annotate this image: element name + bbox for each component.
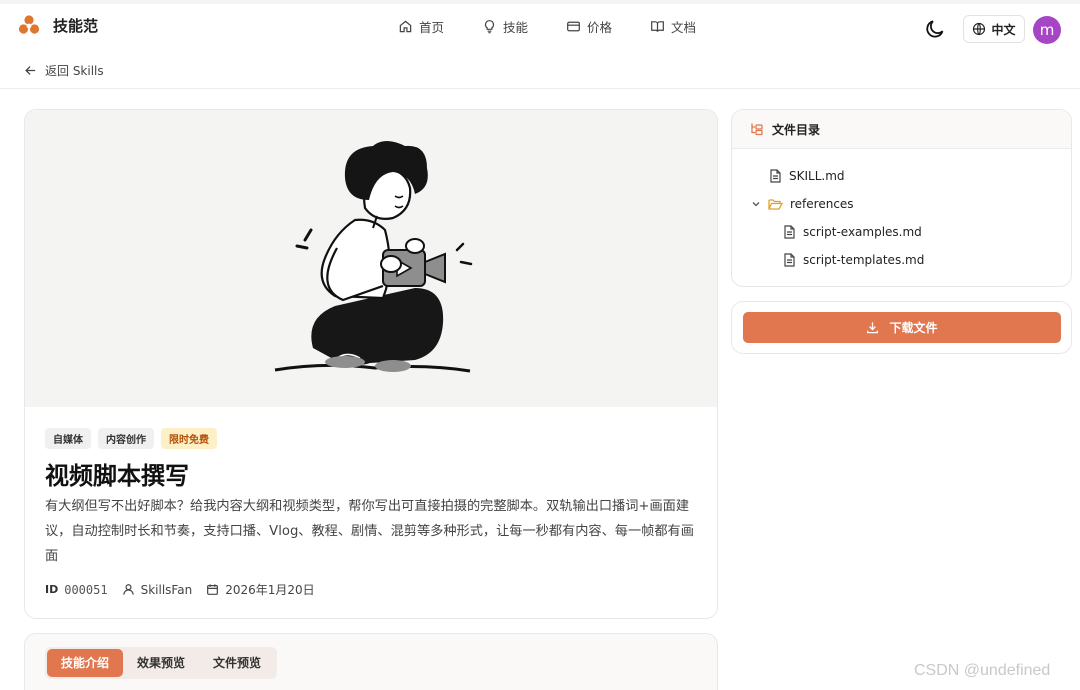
file-directory-card: 文件目录 SKILL.md references script-examples…	[731, 109, 1072, 287]
folder-name: references	[790, 197, 854, 211]
download-label: 下载文件	[889, 321, 938, 335]
skill-title: 视频脚本撰写	[45, 462, 189, 490]
tabs-card: 技能介绍 效果预览 文件预览	[24, 633, 718, 690]
lightbulb-icon	[484, 20, 495, 34]
main-nav: 首页 技能 价格 文档	[398, 17, 734, 36]
back-bar: 返回 Skills	[0, 50, 1080, 89]
language-button[interactable]: 中文	[963, 15, 1025, 43]
tree-item-references[interactable]: references	[751, 197, 854, 211]
tree-item-skill-md[interactable]: SKILL.md	[769, 169, 845, 183]
skill-description: 有大纲但写不出好脚本？给我内容大纲和视频类型，帮你写出可直接拍摄的完整脚本。双轨…	[45, 499, 694, 564]
skill-id: ID 000051	[45, 583, 108, 597]
date-value: 2026年1月20日	[225, 583, 315, 597]
nav-item-docs[interactable]: 文档	[650, 17, 696, 36]
folder-tree-icon	[751, 123, 763, 136]
tag[interactable]: 内容创作	[98, 428, 154, 449]
author-name: SkillsFan	[140, 582, 193, 597]
file-icon	[784, 253, 795, 267]
tree-item-script-templates[interactable]: script-templates.md	[783, 253, 924, 267]
skill-card: 自媒体 内容创作 限时免费 视频脚本撰写 有大纲但写不出好脚本？给我内容大纲和视…	[24, 109, 718, 619]
tab-intro[interactable]: 技能介绍	[47, 649, 124, 677]
chevron-down-icon	[752, 202, 760, 207]
download-icon	[867, 322, 879, 334]
download-button[interactable]: 下载文件	[743, 312, 1061, 343]
tag-list: 自媒体 内容创作 限时免费	[45, 428, 217, 449]
folder-open-icon	[768, 198, 783, 210]
id-value: 000051	[64, 582, 108, 597]
book-icon	[651, 21, 664, 32]
nav-item-skills[interactable]: 技能	[482, 17, 528, 36]
id-label: ID	[45, 583, 59, 596]
file-name: SKILL.md	[789, 169, 845, 183]
user-icon	[122, 584, 134, 595]
tab-file-preview[interactable]: 文件预览	[199, 649, 275, 677]
top-nav-bar: 技能范 首页 技能 价格 文档 中文 m	[0, 0, 1080, 50]
brand-name: 技能范	[53, 16, 99, 35]
nav-label: 价格	[587, 20, 613, 35]
creator-illustration	[274, 141, 473, 373]
tag[interactable]: 自媒体	[45, 428, 91, 449]
file-name: script-templates.md	[803, 253, 925, 267]
globe-icon	[973, 22, 986, 36]
file-icon	[770, 169, 781, 183]
calendar-icon	[207, 584, 219, 595]
file-name: script-examples.md	[803, 225, 922, 239]
skill-meta: ID 000051 SkillsFan 2026年1月20日	[45, 581, 315, 598]
hero-illustration	[25, 110, 717, 407]
file-directory-header: 文件目录	[732, 110, 1071, 149]
brand-logo-icon	[18, 15, 40, 34]
file-directory-title: 文件目录	[772, 122, 821, 137]
arrow-left-icon	[25, 66, 36, 75]
moon-icon[interactable]	[924, 18, 946, 40]
tab-preview[interactable]: 效果预览	[123, 649, 199, 677]
skill-author: SkillsFan	[122, 582, 193, 597]
tab-list: 技能介绍 效果预览 文件预览	[45, 647, 278, 679]
nav-label: 文档	[671, 20, 697, 35]
file-icon	[784, 225, 795, 239]
download-card: 下载文件	[731, 301, 1072, 354]
nav-label: 首页	[419, 20, 445, 35]
card-icon	[567, 21, 580, 32]
avatar[interactable]: m	[1033, 16, 1061, 44]
tree-item-script-examples[interactable]: script-examples.md	[783, 225, 922, 239]
brand[interactable]: 技能范	[18, 14, 98, 36]
watermark: CSDN @undefined	[914, 662, 1051, 679]
back-label: 返回 Skills	[45, 64, 104, 78]
back-link[interactable]: 返回 Skills	[24, 62, 104, 79]
nav-label: 技能	[503, 20, 529, 35]
language-label: 中文	[991, 22, 1016, 37]
nav-item-pricing[interactable]: 价格	[566, 17, 612, 36]
tag-free: 限时免费	[161, 428, 217, 449]
skill-date: 2026年1月20日	[206, 581, 315, 598]
nav-item-home[interactable]: 首页	[398, 17, 444, 36]
home-icon	[399, 20, 412, 33]
